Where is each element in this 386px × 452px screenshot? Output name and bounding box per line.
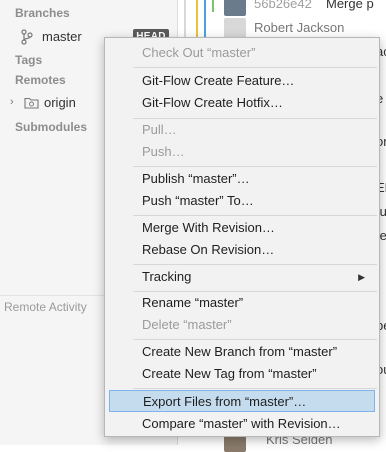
menu-item-tracking[interactable]: Tracking ▶	[105, 266, 379, 288]
menu-item-delete[interactable]: Delete “master”	[105, 314, 379, 336]
menu-item-git-flow-create-hotfix[interactable]: Git-Flow Create Hotfix…	[105, 92, 379, 114]
menu-item-rebase-on-revision[interactable]: Rebase On Revision…	[105, 239, 379, 261]
menu-item-publish[interactable]: Publish “master”…	[105, 168, 379, 190]
menu-separator	[133, 67, 377, 68]
menu-item-check-out[interactable]: Check Out “master”	[105, 42, 379, 64]
branches-section-title[interactable]: Branches	[15, 6, 70, 20]
graph-line	[212, 0, 214, 12]
tracking-label: Tracking	[142, 269, 192, 284]
submodules-section-title[interactable]: Submodules	[15, 120, 87, 134]
avatar	[224, 0, 246, 16]
menu-item-compare-with-revision[interactable]: Compare “master” with Revision…	[105, 413, 379, 435]
menu-item-git-flow-create-feature[interactable]: Git-Flow Create Feature…	[105, 70, 379, 92]
menu-item-push-to[interactable]: Push “master” To…	[105, 190, 379, 212]
commit-message: Merge p	[326, 0, 374, 11]
menu-item-create-new-tag[interactable]: Create New Tag from “master”	[105, 363, 379, 385]
graph-line	[204, 0, 206, 40]
remotes-section-title[interactable]: Remotes	[15, 73, 66, 87]
graph-line	[196, 0, 198, 40]
remote-activity-title: Remote Activity	[4, 300, 87, 314]
tags-section-title[interactable]: Tags	[15, 53, 42, 67]
menu-separator	[133, 264, 377, 265]
submenu-arrow-icon: ▶	[358, 272, 365, 282]
menu-item-merge-with-revision[interactable]: Merge With Revision…	[105, 217, 379, 239]
menu-separator	[133, 339, 377, 340]
menu-separator	[133, 388, 377, 389]
branch-label: master	[42, 29, 82, 44]
menu-item-pull[interactable]: Pull…	[105, 119, 379, 141]
menu-item-export-files[interactable]: Export Files from “master”…	[109, 390, 375, 412]
branch-icon	[21, 29, 33, 45]
menu-item-push[interactable]: Push…	[105, 141, 379, 163]
commit-author: Robert Jackson	[254, 20, 345, 35]
remote-label: origin	[44, 95, 76, 110]
graph-line	[184, 0, 186, 40]
chevron-right-icon[interactable]: ›	[10, 96, 14, 108]
menu-separator	[133, 166, 377, 167]
commit-hash: 56b26e42	[254, 0, 312, 11]
menu-item-rename[interactable]: Rename “master”	[105, 292, 379, 314]
menu-item-create-new-branch[interactable]: Create New Branch from “master”	[105, 341, 379, 363]
branch-context-menu: Check Out “master” Git-Flow Create Featu…	[104, 37, 380, 437]
menu-separator	[133, 215, 377, 216]
remote-folder-icon	[24, 97, 39, 109]
